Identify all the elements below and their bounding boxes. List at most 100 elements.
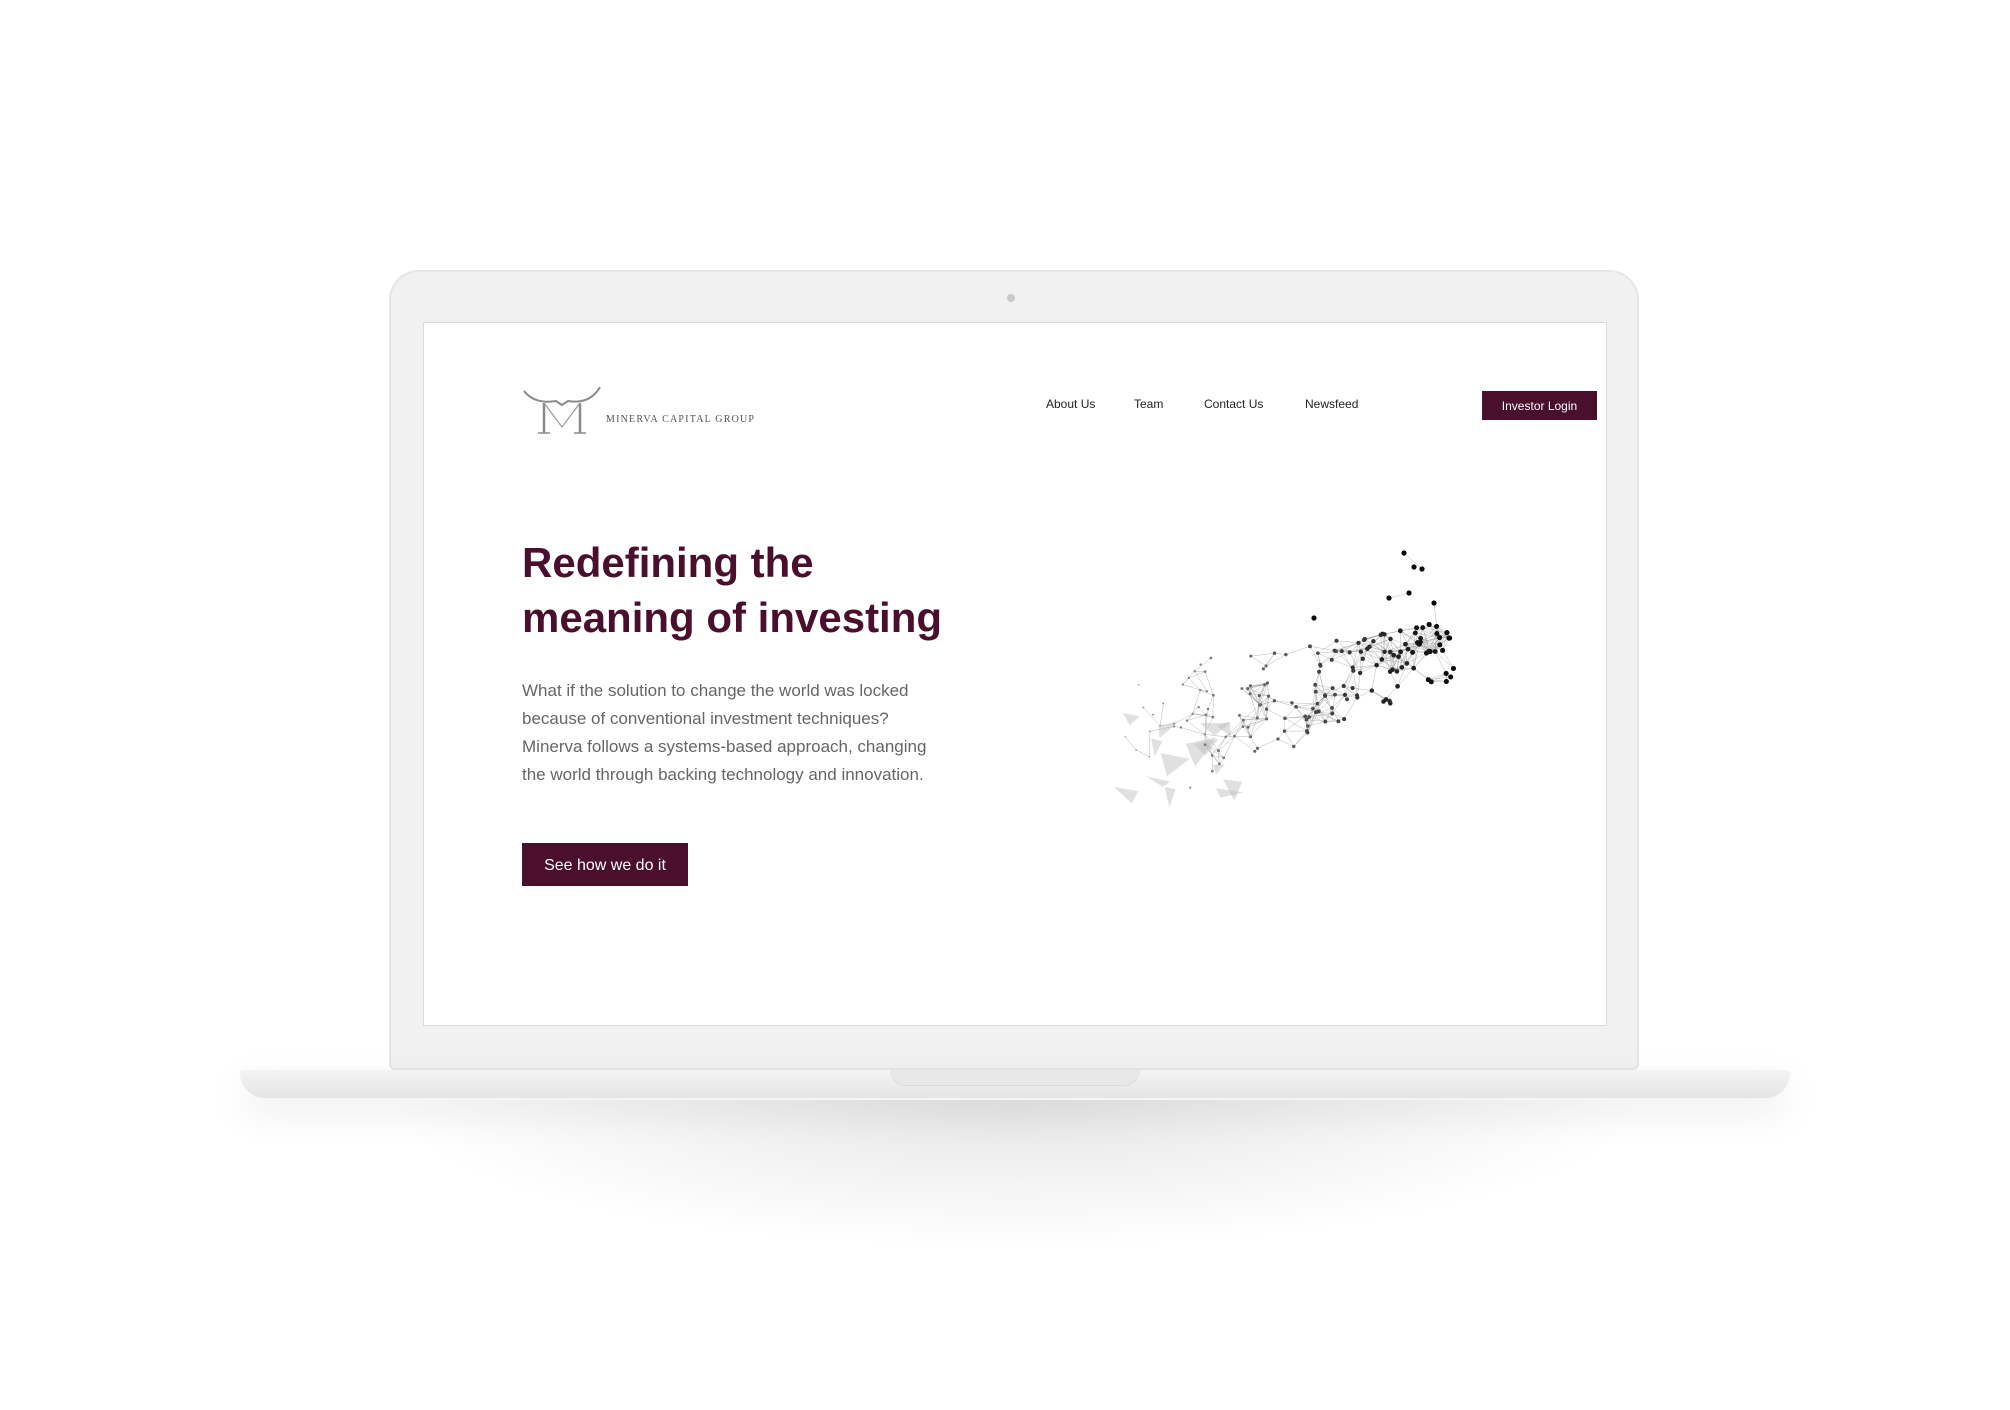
network-node xyxy=(1360,656,1365,661)
network-link xyxy=(1312,684,1316,709)
network-node xyxy=(1162,702,1165,705)
network-node xyxy=(1443,678,1449,684)
network-node xyxy=(1266,694,1271,698)
network-link xyxy=(1250,655,1267,667)
network-node xyxy=(1330,686,1335,691)
nav-team[interactable]: Team xyxy=(1134,397,1163,411)
network-node xyxy=(1224,735,1228,739)
see-how-button[interactable]: See how we do it xyxy=(522,843,688,886)
network-node xyxy=(1390,667,1395,672)
network-node xyxy=(1249,654,1253,658)
network-node xyxy=(1264,707,1269,711)
network-link xyxy=(1234,719,1244,737)
network-node xyxy=(1197,705,1200,709)
network-node xyxy=(1329,657,1334,662)
nav-about-us[interactable]: About Us xyxy=(1046,397,1095,411)
network-node xyxy=(1395,684,1400,689)
network-facet xyxy=(1160,753,1190,777)
network-link xyxy=(1320,650,1342,665)
network-link xyxy=(1266,708,1286,719)
network-node xyxy=(1418,635,1424,641)
network-particles-illustration xyxy=(1114,550,1457,808)
network-node xyxy=(1248,735,1253,739)
network-link xyxy=(1218,750,1220,764)
network-link xyxy=(1135,749,1150,757)
network-node xyxy=(1248,692,1252,696)
network-node xyxy=(1412,630,1418,636)
network-node xyxy=(1204,713,1208,717)
investor-login-button[interactable]: Investor Login xyxy=(1482,391,1597,420)
network-link xyxy=(1250,736,1258,749)
network-node xyxy=(1240,687,1244,690)
network-node xyxy=(1350,685,1355,691)
network-node xyxy=(1124,735,1126,738)
network-node xyxy=(1405,646,1411,652)
network-node xyxy=(1290,701,1294,705)
network-node xyxy=(1333,692,1337,697)
network-node xyxy=(1313,682,1318,687)
brand-logo[interactable]: MINERVA CAPITAL GROUP xyxy=(522,383,755,435)
network-link xyxy=(1364,634,1381,640)
network-node xyxy=(1351,668,1356,673)
network-link xyxy=(1143,707,1161,726)
minerva-m-logo-icon xyxy=(523,386,601,434)
network-facet xyxy=(1151,738,1163,757)
network-node xyxy=(1379,657,1385,662)
headline-line-1: Redefining the xyxy=(522,539,814,586)
network-node xyxy=(1179,726,1183,729)
network-facet xyxy=(1114,787,1139,804)
network-node xyxy=(1307,715,1311,719)
network-node xyxy=(1283,716,1287,720)
network-node xyxy=(1315,701,1320,706)
network-link xyxy=(1352,687,1372,691)
network-node xyxy=(1311,706,1315,711)
network-link xyxy=(1433,602,1437,627)
network-link xyxy=(1192,713,1213,718)
network-link xyxy=(1265,653,1275,667)
network-link xyxy=(1389,671,1398,687)
network-node xyxy=(1233,734,1236,738)
network-node xyxy=(1257,694,1261,698)
network-node xyxy=(1203,743,1207,747)
network-node xyxy=(1440,647,1446,653)
network-link xyxy=(1353,670,1358,696)
network-node xyxy=(1394,669,1400,674)
network-node xyxy=(1151,713,1154,716)
network-link xyxy=(1198,706,1207,716)
network-node xyxy=(1416,641,1422,647)
network-node xyxy=(1410,649,1416,655)
body-line: Minerva follows a systems-based approach… xyxy=(522,737,927,756)
network-node xyxy=(1263,683,1267,687)
network-node xyxy=(1217,749,1220,753)
network-link xyxy=(1223,736,1235,758)
network-node xyxy=(1401,550,1407,556)
network-link xyxy=(1309,646,1335,651)
network-link xyxy=(1218,736,1226,751)
network-link xyxy=(1194,671,1208,692)
network-node xyxy=(1261,667,1265,671)
network-node xyxy=(1437,642,1443,648)
network-node xyxy=(1396,654,1401,659)
network-node xyxy=(1212,693,1215,697)
network-node xyxy=(1222,756,1226,760)
network-link xyxy=(1180,727,1205,735)
network-node xyxy=(1137,684,1140,686)
network-link xyxy=(1332,694,1346,714)
laptop-notch xyxy=(890,1070,1140,1086)
network-node xyxy=(1258,703,1263,707)
laptop-shadow xyxy=(380,1100,1650,1250)
network-link xyxy=(1192,689,1201,714)
network-node xyxy=(1425,677,1431,683)
network-node xyxy=(1199,688,1202,692)
network-link xyxy=(1284,717,1307,732)
network-node xyxy=(1189,786,1192,789)
hero-headline: Redefining the meaning of investing xyxy=(522,535,1022,645)
network-node xyxy=(1272,651,1277,655)
network-node xyxy=(1434,623,1440,629)
nav-newsfeed[interactable]: Newsfeed xyxy=(1305,397,1358,411)
brand-name: MINERVA CAPITAL GROUP xyxy=(606,414,756,425)
network-node xyxy=(1414,625,1420,631)
network-node xyxy=(1246,725,1250,729)
nav-contact-us[interactable]: Contact Us xyxy=(1204,397,1263,411)
network-node xyxy=(1388,636,1393,642)
